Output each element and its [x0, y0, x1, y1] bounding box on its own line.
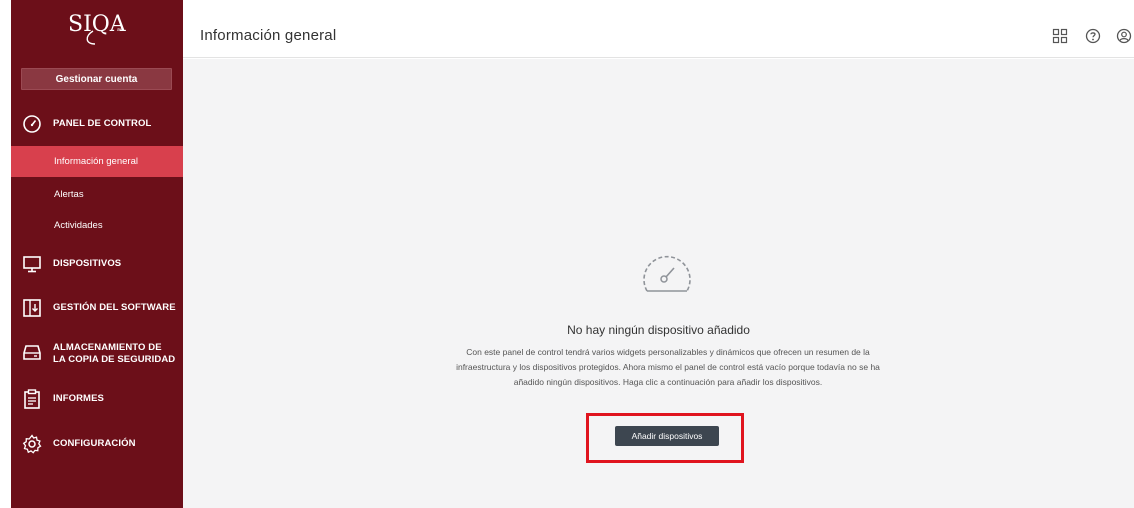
- sidebar-item-label: Información general: [54, 156, 138, 167]
- nav-config-label: CONFIGURACIÓN: [53, 438, 136, 449]
- apps-grid-icon[interactable]: [1052, 28, 1068, 44]
- nav-devices-label: DISPOSITIVOS: [53, 258, 122, 269]
- nav-panel-de-control[interactable]: PANEL DE CONTROL: [11, 112, 183, 136]
- main-content: No hay ningún dispositivo añadido Con es…: [183, 59, 1134, 508]
- page-title: Información general: [200, 27, 337, 44]
- empty-state-title: No hay ningún dispositivo añadido: [567, 323, 750, 337]
- sidebar-item-actividades[interactable]: Actividades: [11, 210, 183, 241]
- nav-reports-label: INFORMES: [53, 393, 104, 404]
- report-icon: [24, 389, 40, 409]
- sidebar-item-informacion-general[interactable]: Información general: [11, 146, 183, 177]
- help-icon[interactable]: [1085, 28, 1101, 44]
- nav-dispositivos[interactable]: DISPOSITIVOS: [11, 252, 183, 276]
- nav-informes[interactable]: INFORMES: [11, 387, 183, 411]
- svg-text:ae: ae: [117, 27, 123, 33]
- logo-mark-icon: SIQA ae: [68, 12, 127, 45]
- user-account-icon[interactable]: [1116, 28, 1132, 44]
- sidebar: SIQA ae Gestionar cuenta PANEL DE CONTRO…: [11, 0, 183, 508]
- backup-drive-icon: [23, 345, 41, 360]
- top-header: Información general: [183, 0, 1134, 58]
- svg-text:SIQA: SIQA: [68, 12, 127, 37]
- gear-icon: [22, 434, 42, 454]
- nav-software-label: GESTIÓN DEL SOFTWARE: [53, 302, 176, 313]
- sidebar-item-label: Actividades: [54, 220, 103, 231]
- manage-account-button[interactable]: Gestionar cuenta: [21, 68, 172, 90]
- add-devices-button[interactable]: Añadir dispositivos: [615, 426, 719, 446]
- nav-almacenamiento[interactable]: ALMACENAMIENTO DE LA COPIA DE SEGURIDAD: [11, 336, 183, 368]
- nav-configuracion[interactable]: CONFIGURACIÓN: [11, 432, 183, 456]
- empty-state-description: Con este panel de control tendrá varios …: [456, 347, 880, 387]
- nav-panel-label: PANEL DE CONTROL: [53, 118, 152, 129]
- logo[interactable]: SIQA ae: [11, 0, 183, 58]
- speedometer-icon: [23, 115, 41, 133]
- sidebar-item-alertas[interactable]: Alertas: [11, 179, 183, 210]
- nav-backup-label-line2: LA COPIA DE SEGURIDAD: [53, 354, 176, 365]
- speedometer-icon: [643, 255, 691, 292]
- nav-gestion-software[interactable]: GESTIÓN DEL SOFTWARE: [11, 296, 183, 320]
- software-update-icon: [23, 299, 41, 317]
- sidebar-item-label: Alertas: [54, 189, 84, 200]
- monitor-icon: [23, 256, 41, 273]
- nav-backup-label: ALMACENAMIENTO DE LA COPIA DE SEGURIDAD: [53, 342, 175, 366]
- nav-backup-label-line1: ALMACENAMIENTO DE: [53, 342, 162, 353]
